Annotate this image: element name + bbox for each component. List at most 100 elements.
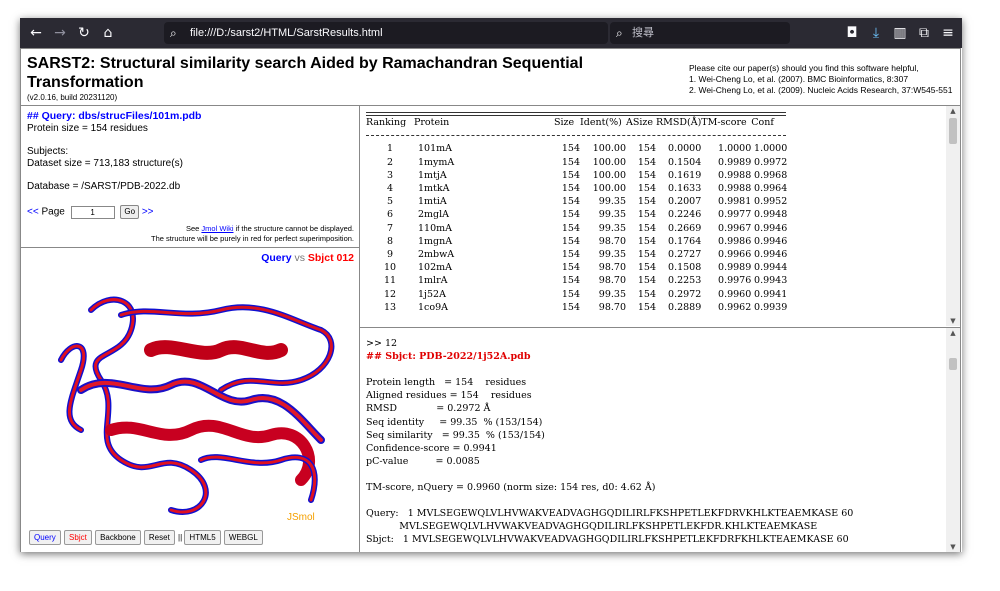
query-info-panel: ## Query: dbs/strucFiles/101m.pdb Protei… [20, 106, 360, 248]
table-cell: 0.9967 [718, 222, 752, 234]
table-cell: 3 [386, 169, 394, 181]
search-bar[interactable]: ⌕ 搜尋 [610, 22, 790, 44]
page-input[interactable]: 1 [70, 205, 115, 219]
table-cell: 12 [383, 288, 397, 300]
table-cell: 1co9A [418, 301, 448, 313]
col-ident: Ident(%) [580, 117, 622, 129]
table-cell: 154 [561, 288, 580, 300]
citation-1: 1. Wei-Cheng Lo, et al. (2007). BMC Bioi… [689, 74, 909, 84]
alignment-match: MVLSEGEWQLVLHVWAKVEADVAGHGQDILIRLFKSHPET… [366, 521, 818, 533]
menu-icon[interactable]: ≡ [938, 18, 958, 48]
go-button[interactable]: Go [120, 205, 140, 219]
table-cell: 154 [561, 156, 580, 168]
note-post: if the structure cannot be displayed. [235, 224, 354, 233]
table-cell: 154 [637, 262, 656, 274]
jsmol-viewer[interactable]: Query vs Sbjct 012 JSmol Query Sbjct Bac… [20, 248, 360, 552]
search-placeholder[interactable]: 搜尋 [632, 22, 654, 44]
table-cell: 154 [561, 275, 580, 287]
table-cell: 0.1619 [668, 169, 702, 181]
table-cell: 0.9948 [754, 209, 788, 221]
database-path: Database = /SARST/PDB-2022.db [27, 181, 181, 192]
table-cell: 99.35 [598, 222, 626, 234]
detail-protein-length: Protein length = 154 residues [366, 377, 527, 389]
search-icon: ⌕ [616, 26, 623, 40]
table-cell: 4 [386, 183, 394, 195]
address-text[interactable]: file:///D:/sarst2/HTML/SarstResults.html [190, 22, 383, 44]
table-cell: 1mlrA [418, 275, 448, 287]
legend-vs: vs [294, 252, 305, 264]
citation-block: Please cite our paper(s) should you find… [689, 63, 961, 96]
table-cell: 154 [637, 301, 656, 313]
jmol-wiki-link[interactable]: Jmol Wiki [201, 224, 233, 233]
page-label: Page [41, 206, 65, 218]
table-row: 12 1j52A 154 99.35 154 0.2972 0.9960 0.9941 [366, 287, 787, 300]
table-cell: 0.9968 [754, 169, 788, 181]
pocket-icon[interactable]: ◘ [842, 18, 862, 48]
detail-aligned-residues: Aligned residues = 154 residues [366, 390, 532, 402]
scroll-down-icon[interactable]: ▼ [946, 543, 960, 551]
table-row: 4 1mtkA 154 100.00 154 0.1633 0.9988 0.9964 [366, 182, 787, 195]
table-header-row: Ranking Protein Size Ident(%) ASize RMSD… [366, 116, 787, 129]
protein-structure-render[interactable] [51, 270, 351, 520]
table-row: 10 102mA 154 98.70 154 0.1508 0.9989 0.9944 [366, 261, 787, 274]
sbjct-button[interactable]: Sbjct [64, 530, 92, 545]
table-cell: 154 [561, 301, 580, 313]
table-cell: 99.35 [598, 209, 626, 221]
viewer-legend: Query vs Sbjct 012 [261, 252, 354, 264]
detail-scrollbar[interactable]: ▲ ▼ [946, 328, 960, 552]
table-cell: 99.35 [598, 248, 626, 260]
jsmol-logo: JSmol [287, 512, 315, 523]
table-row: 3 1mtjA 154 100.00 154 0.1619 0.9988 0.9968 [366, 169, 787, 182]
results-scrollbar[interactable]: ▲ ▼ [946, 106, 960, 326]
table-cell: 1mtkA [418, 183, 450, 195]
col-protein: Protein [414, 117, 450, 129]
table-cell: 98.70 [598, 262, 626, 274]
table-cell: 2mglA [418, 209, 450, 221]
sidebar-icon[interactable]: ▥ [890, 18, 910, 48]
table-cell: 154 [561, 143, 580, 155]
table-cell: 100.00 [592, 169, 626, 181]
extensions-icon[interactable]: ⧉ [914, 18, 934, 48]
table-cell: 154 [637, 275, 656, 287]
scroll-down-icon[interactable]: ▼ [946, 317, 960, 325]
scroll-up-icon[interactable]: ▲ [946, 329, 960, 337]
alignment-detail-panel: >> 12 ## Sbjct: PDB-2022/1j52A.pdb Prote… [360, 328, 961, 552]
table-cell: 99.35 [598, 288, 626, 300]
search-icon: ⌕ [170, 26, 177, 40]
backbone-button[interactable]: Backbone [95, 530, 141, 545]
table-cell: 102mA [418, 262, 453, 274]
table-row: 13 1co9A 154 98.70 154 0.2889 0.9962 0.9939 [366, 301, 787, 314]
separator: || [178, 533, 183, 542]
query-button[interactable]: Query [29, 530, 61, 545]
back-arrow-icon[interactable]: ← [26, 18, 46, 48]
prev-page-link[interactable]: << [27, 207, 39, 218]
scroll-thumb[interactable] [949, 118, 957, 144]
table-cell: 0.9988 [718, 183, 752, 195]
reload-icon[interactable]: ↻ [74, 18, 94, 48]
jmol-note: See Jmol Wiki if the structure cannot be… [24, 224, 354, 244]
forward-arrow-icon[interactable]: → [50, 18, 70, 48]
table-cell: 0.2246 [668, 209, 702, 221]
table-cell: 2mbwA [418, 248, 455, 260]
next-page-link[interactable]: >> [142, 207, 154, 218]
table-cell: 0.9989 [718, 156, 752, 168]
header-divider [366, 134, 786, 136]
address-bar[interactable]: ⌕ file:///D:/sarst2/HTML/SarstResults.ht… [164, 22, 608, 44]
scroll-thumb[interactable] [949, 358, 957, 370]
table-cell: 154 [637, 288, 656, 300]
table-cell: 1mtjA [418, 169, 447, 181]
table-row: 1 101mA 154 100.00 154 0.0000 1.0000 1.0000 [366, 142, 787, 155]
table-cell: 98.70 [598, 301, 626, 313]
table-cell: 100.00 [592, 156, 626, 168]
download-icon[interactable]: ⤓ [866, 18, 886, 48]
home-icon[interactable]: ⌂ [98, 18, 118, 48]
table-cell: 1j52A [418, 288, 446, 300]
table-cell: 10 [383, 262, 397, 274]
table-cell: 100.00 [592, 183, 626, 195]
detail-rmsd: RMSD = 0.2972 Å [366, 403, 491, 415]
reset-button[interactable]: Reset [143, 530, 175, 545]
html5-button[interactable]: HTML5 [184, 530, 221, 545]
table-cell: 154 [637, 183, 656, 195]
scroll-up-icon[interactable]: ▲ [946, 107, 960, 115]
webgl-button[interactable]: WEBGL [223, 530, 263, 545]
